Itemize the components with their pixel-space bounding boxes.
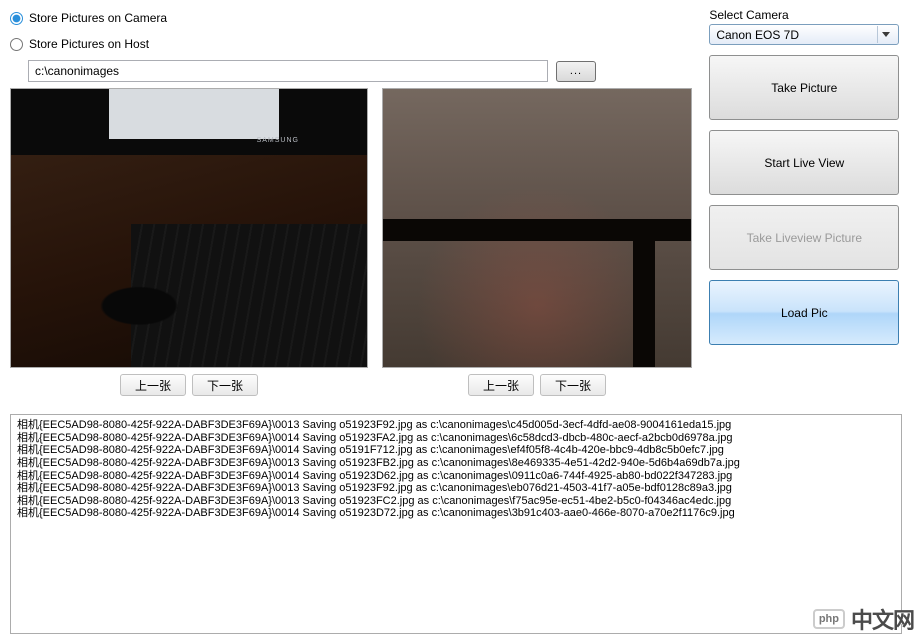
preview-left-prev-button[interactable]: 上一张	[120, 374, 186, 396]
select-camera-label: Select Camera	[709, 8, 904, 22]
preview-right-next-button[interactable]: 下一张	[540, 374, 606, 396]
log-line: 相机{EEC5AD98-8080-425f-922A-DABF3DE3F69A}…	[17, 444, 895, 457]
preview-left-image: SAMSUNG	[10, 88, 368, 368]
log-textbox[interactable]: 相机{EEC5AD98-8080-425f-922A-DABF3DE3F69A}…	[10, 414, 902, 634]
take-liveview-picture-button: Take Liveview Picture	[709, 205, 899, 270]
preview-right-image	[382, 88, 692, 368]
chevron-down-icon	[877, 26, 894, 43]
watermark-badge: php	[813, 609, 845, 629]
load-pic-button[interactable]: Load Pic	[709, 280, 899, 345]
preview-left-next-button[interactable]: 下一张	[192, 374, 258, 396]
log-line: 相机{EEC5AD98-8080-425f-922A-DABF3DE3F69A}…	[17, 457, 895, 470]
preview-right-prev-button[interactable]: 上一张	[468, 374, 534, 396]
log-line: 相机{EEC5AD98-8080-425f-922A-DABF3DE3F69A}…	[17, 432, 895, 445]
store-on-host-radio[interactable]	[10, 38, 23, 51]
camera-select-combo[interactable]: Canon EOS 7D	[709, 24, 899, 45]
log-line: 相机{EEC5AD98-8080-425f-922A-DABF3DE3F69A}…	[17, 482, 895, 495]
log-line: 相机{EEC5AD98-8080-425f-922A-DABF3DE3F69A}…	[17, 495, 895, 508]
store-on-camera-radio[interactable]	[10, 12, 23, 25]
browse-button[interactable]: ...	[556, 61, 596, 82]
camera-select-value: Canon EOS 7D	[716, 28, 799, 42]
host-path-input[interactable]	[28, 60, 548, 82]
watermark: php 中文网	[813, 603, 914, 635]
store-on-host-label: Store Pictures on Host	[29, 37, 149, 51]
store-on-camera-label: Store Pictures on Camera	[29, 11, 167, 25]
take-picture-button[interactable]: Take Picture	[709, 55, 899, 120]
log-line: 相机{EEC5AD98-8080-425f-922A-DABF3DE3F69A}…	[17, 419, 895, 432]
monitor-brand-text: SAMSUNG	[257, 137, 299, 144]
watermark-text: 中文网	[851, 603, 914, 635]
log-line: 相机{EEC5AD98-8080-425f-922A-DABF3DE3F69A}…	[17, 507, 895, 520]
log-line: 相机{EEC5AD98-8080-425f-922A-DABF3DE3F69A}…	[17, 470, 895, 483]
start-liveview-button[interactable]: Start Live View	[709, 130, 899, 195]
